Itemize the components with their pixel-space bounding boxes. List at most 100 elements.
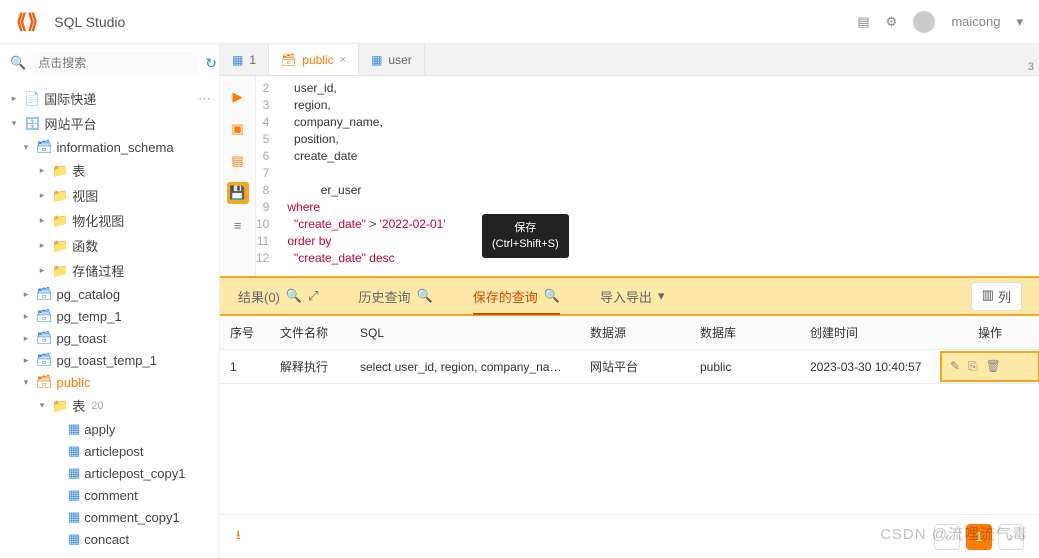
tree-table[interactable]: ▦articlepost_copy1	[0, 462, 219, 484]
chevron-down-icon: ▾	[658, 288, 665, 304]
cell-name: 解释执行	[270, 350, 350, 383]
cell-sql: select user_id, region, company_name, po…	[350, 352, 580, 382]
line-gutter: 23456789101112	[256, 76, 279, 276]
tree-label: pg_toast	[57, 331, 107, 346]
search-icon: 🔍	[286, 288, 302, 304]
format-icon[interactable]: ▤	[227, 150, 249, 172]
tab-label: user	[388, 53, 411, 67]
col-sql: SQL	[350, 318, 580, 348]
app-logo-icon: ⟪⟫	[16, 9, 38, 34]
col-index: 序号	[220, 316, 270, 349]
columns-icon: ▥	[982, 287, 994, 306]
col-ops: 操作	[940, 316, 1039, 349]
tree-schema[interactable]: ▸🗃pg_toast_temp_1	[0, 349, 219, 371]
tree-count: 20	[91, 400, 103, 412]
tab-1[interactable]: ▦1	[220, 44, 269, 75]
more-icon[interactable]: ⋯	[198, 91, 211, 107]
search-icon: 🔍	[417, 288, 433, 304]
table-row[interactable]: 1 解释执行 select user_id, region, company_n…	[220, 350, 1039, 384]
search-input[interactable]	[32, 52, 199, 74]
tree-label: 存储过程	[72, 261, 124, 280]
expand-icon[interactable]: ⤢	[308, 288, 318, 304]
tree-label: 表	[72, 396, 85, 415]
grid-header: 序号 文件名称 SQL 数据源 数据库 创建时间 操作	[220, 316, 1039, 350]
cell-index: 1	[220, 352, 270, 382]
tree-schema[interactable]: ▸🗃pg_catalog	[0, 283, 219, 305]
col-database: 数据库	[690, 316, 800, 349]
tree-folder[interactable]: ▸📁物化视图	[0, 208, 219, 233]
tree-schema[interactable]: ▸🗃pg_toast	[0, 327, 219, 349]
tab-label: 保存的查询	[473, 287, 538, 306]
col-datasource: 数据源	[580, 316, 690, 349]
save-button[interactable]: 💾	[227, 182, 249, 204]
tree-root[interactable]: ▾🗄网站平台	[0, 111, 219, 136]
list-icon[interactable]: ≡	[227, 214, 249, 236]
code-editor[interactable]: user_id, region, company_name, position,…	[279, 76, 453, 276]
tree-table[interactable]: ▦apply	[0, 418, 219, 440]
cell-datasource: 网站平台	[580, 350, 690, 383]
tree-label: public	[57, 375, 91, 390]
close-icon[interactable]: ×	[340, 54, 346, 66]
tree-label: 网站平台	[45, 114, 97, 133]
tree-label: pg_catalog	[57, 287, 121, 302]
tree-label: comment	[84, 488, 137, 503]
tree-root[interactable]: ▸📄国际快递⋯	[0, 86, 219, 111]
col-name: 文件名称	[270, 316, 350, 349]
tree-folder[interactable]: ▸📁视图	[0, 183, 219, 208]
tooltip-title: 保存	[492, 220, 559, 236]
tree-folder[interactable]: ▸📁函数	[0, 233, 219, 258]
tree-label: pg_temp_1	[57, 309, 122, 324]
tree-label: comment_copy1	[84, 510, 179, 525]
tree-schema[interactable]: ▾🗃information_schema	[0, 136, 219, 158]
result-tabs: 结果(0) 🔍 ⤢ 历史查询 🔍 保存的查询 🔍 导入导出 ▾ ▥列	[220, 276, 1039, 316]
tree-label: 函数	[72, 236, 98, 255]
refresh-icon[interactable]: ↻	[205, 55, 217, 72]
search-icon: 🔍	[544, 288, 560, 304]
history-tab[interactable]: 历史查询 🔍	[358, 287, 432, 306]
run-icon[interactable]: ▶	[227, 86, 249, 108]
database-icon[interactable]: ▤	[857, 14, 869, 30]
cell-time: 2023-03-30 10:40:57	[800, 352, 940, 382]
tree-label: information_schema	[57, 140, 174, 155]
explain-icon[interactable]: ▣	[227, 118, 249, 140]
columns-button[interactable]: ▥列	[971, 282, 1022, 311]
avatar[interactable]	[913, 11, 935, 33]
copy-icon[interactable]: ⎘	[968, 359, 978, 374]
chevron-down-icon[interactable]: ▾	[1016, 14, 1023, 30]
button-label: 列	[998, 287, 1011, 306]
watermark: CSDN @流哩流气毒	[880, 523, 1028, 544]
editor-tabs: ▦1 🗃public× ▦user 3	[220, 44, 1039, 76]
tree-table[interactable]: ▦articlepost	[0, 440, 219, 462]
tree-label: 表	[72, 161, 85, 180]
saved-tab[interactable]: 保存的查询 🔍	[473, 287, 560, 306]
download-icon[interactable]: ⭳	[236, 526, 241, 548]
tab-label: 导入导出	[600, 287, 652, 306]
tab-user[interactable]: ▦user	[359, 44, 425, 75]
edit-icon[interactable]: ✎	[950, 359, 960, 374]
save-tooltip: 保存 (Ctrl+Shift+S)	[482, 214, 569, 258]
tab-label: 结果(0)	[238, 287, 280, 306]
tab-label: public	[302, 53, 333, 67]
tree-schema[interactable]: ▸🗃pg_temp_1	[0, 305, 219, 327]
db-tree: ▸📄国际快递⋯ ▾🗄网站平台 ▾🗃information_schema ▸📁表 …	[0, 82, 219, 558]
results-tab[interactable]: 结果(0) 🔍 ⤢	[238, 287, 318, 306]
tree-label: apply	[84, 422, 115, 437]
tab-label: 1	[249, 53, 256, 67]
tree-table[interactable]: ▦concact	[0, 528, 219, 550]
tree-label: 视图	[72, 186, 98, 205]
tree-table[interactable]: ▦comment	[0, 484, 219, 506]
tab-public[interactable]: 🗃public×	[269, 44, 359, 75]
delete-icon[interactable]: 🗑	[986, 359, 1001, 374]
tree-folder[interactable]: ▸📁表	[0, 158, 219, 183]
app-title: SQL Studio	[54, 14, 125, 30]
tree-table[interactable]: ▦comment_copy1	[0, 506, 219, 528]
tree-schema-public[interactable]: ▾🗃public	[0, 371, 219, 393]
import-tab[interactable]: 导入导出 ▾	[600, 287, 665, 306]
tree-folder[interactable]: ▾📁表20	[0, 393, 219, 418]
tree-label: 国际快递	[44, 89, 96, 108]
tree-label: 物化视图	[72, 211, 124, 230]
search-icon: 🔍	[10, 55, 26, 71]
tab-label: 历史查询	[358, 287, 410, 306]
gear-icon[interactable]: ⚙	[886, 14, 898, 30]
tree-folder[interactable]: ▸📁存储过程	[0, 258, 219, 283]
